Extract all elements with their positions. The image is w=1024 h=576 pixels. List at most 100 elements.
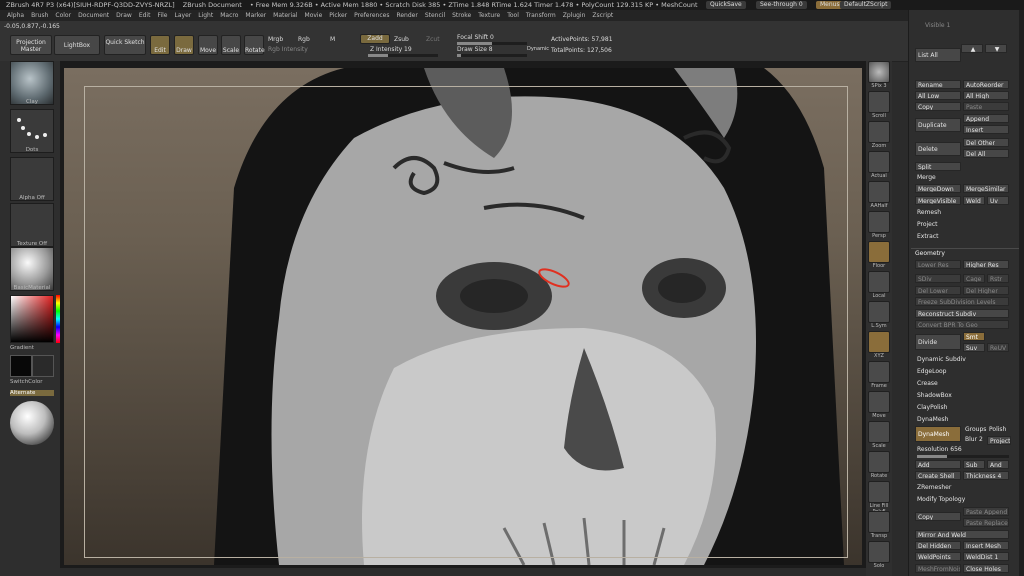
switchcolor-button[interactable]: SwitchColor bbox=[10, 379, 54, 385]
paste-replace-button[interactable]: Paste Replace bbox=[963, 518, 1009, 527]
menu-alpha[interactable]: Alpha bbox=[7, 12, 24, 19]
rgb-intensity-slider[interactable]: Rgb Intensity bbox=[268, 46, 308, 53]
draw-button[interactable]: Draw bbox=[174, 35, 194, 55]
freeze-subdivision-button[interactable]: Freeze SubDivision Levels bbox=[915, 297, 1009, 306]
menu-edit[interactable]: Edit bbox=[139, 12, 151, 19]
menu-texture[interactable]: Texture bbox=[478, 12, 500, 19]
dynamic-button[interactable]: Dynamic bbox=[527, 46, 549, 52]
remesh-section[interactable]: Remesh bbox=[917, 209, 941, 216]
reconstruct-subdiv-button[interactable]: Reconstruct Subdiv bbox=[915, 309, 1009, 318]
thickness-slider[interactable]: Thickness 4 bbox=[963, 471, 1009, 480]
edgeloop-section[interactable]: EdgeLoop bbox=[917, 368, 947, 375]
gradient-label[interactable]: Gradient bbox=[10, 345, 54, 351]
m-button[interactable]: M bbox=[330, 36, 335, 43]
weld-button[interactable]: Weld bbox=[963, 196, 985, 205]
canvas[interactable] bbox=[64, 68, 862, 565]
zsub-button[interactable]: Zsub bbox=[394, 36, 409, 43]
menu-tool[interactable]: Tool bbox=[507, 12, 519, 19]
document-viewport[interactable] bbox=[60, 61, 866, 568]
menu-light[interactable]: Light bbox=[198, 12, 213, 19]
copy-subtool-button[interactable]: Copy bbox=[915, 102, 961, 111]
menu-stencil[interactable]: Stencil bbox=[425, 12, 445, 19]
smt-toggle[interactable]: Smt bbox=[963, 332, 985, 341]
default-zscript-button[interactable]: DefaultZScript bbox=[840, 1, 892, 9]
draw-size-track[interactable] bbox=[457, 54, 527, 57]
persp-icon[interactable] bbox=[868, 211, 890, 233]
del-higher-button[interactable]: Del Higher bbox=[963, 286, 1009, 295]
bpr-button[interactable] bbox=[868, 61, 890, 83]
uv-button[interactable]: Uv bbox=[987, 196, 1009, 205]
mergedown-button[interactable]: MergeDown bbox=[915, 184, 961, 193]
welddist-slider[interactable]: WeldDist 1 bbox=[963, 552, 1009, 561]
menu-preferences[interactable]: Preferences bbox=[354, 12, 389, 19]
menu-draw[interactable]: Draw bbox=[116, 12, 132, 19]
mergesimilar-button[interactable]: MergeSimilar bbox=[963, 184, 1009, 193]
scroll-icon[interactable] bbox=[868, 91, 890, 113]
color-picker[interactable] bbox=[10, 295, 54, 343]
edit-button[interactable]: Edit bbox=[150, 35, 170, 55]
split-button[interactable]: Split bbox=[915, 162, 961, 171]
menu-brush[interactable]: Brush bbox=[31, 12, 48, 19]
quicksave-button[interactable]: QuickSave bbox=[706, 1, 746, 9]
rotate-icon[interactable] bbox=[868, 451, 890, 473]
delete-button[interactable]: Delete bbox=[915, 142, 961, 156]
transp-icon[interactable] bbox=[868, 511, 890, 533]
list-all-button[interactable]: List All bbox=[915, 48, 961, 62]
del-hidden-button[interactable]: Del Hidden bbox=[915, 541, 961, 550]
append-button[interactable]: Append bbox=[963, 114, 1009, 123]
all-low-button[interactable]: All Low bbox=[915, 91, 961, 100]
floor-icon[interactable] bbox=[868, 241, 890, 263]
groups-toggle[interactable]: Groups bbox=[965, 426, 986, 433]
move-button[interactable]: Move bbox=[198, 35, 218, 55]
geometry-header[interactable]: Geometry bbox=[911, 248, 1021, 257]
convert-bpr-button[interactable]: Convert BPR To Geo bbox=[915, 320, 1009, 329]
rgb-button[interactable]: Rgb bbox=[298, 36, 310, 43]
focal-shift-track[interactable] bbox=[457, 42, 527, 45]
cage-button[interactable]: Cage bbox=[963, 274, 985, 283]
solo-icon[interactable] bbox=[868, 541, 890, 563]
menu-file[interactable]: File bbox=[157, 12, 167, 19]
dynamesh-button[interactable]: DynaMesh bbox=[915, 426, 961, 442]
projection-master-button[interactable]: Projection Master bbox=[10, 35, 52, 55]
see-through-slider[interactable]: See-through 0 bbox=[756, 1, 807, 9]
arrow-down-button[interactable]: ▼ bbox=[985, 44, 1007, 53]
menu-zplugin[interactable]: Zplugin bbox=[563, 12, 586, 19]
zremesher-section[interactable]: ZRemesher bbox=[917, 484, 951, 491]
menu-layer[interactable]: Layer bbox=[175, 12, 192, 19]
and-button[interactable]: And bbox=[987, 460, 1009, 469]
focal-shift-slider[interactable]: Focal Shift 0 bbox=[457, 34, 494, 41]
insert-button[interactable]: Insert bbox=[963, 125, 1009, 134]
create-shell-button[interactable]: Create Shell bbox=[915, 471, 961, 480]
sub-button[interactable]: Sub bbox=[963, 460, 985, 469]
copy-topology-button[interactable]: Copy bbox=[915, 512, 961, 521]
zoom-icon[interactable] bbox=[868, 121, 890, 143]
move-icon[interactable] bbox=[868, 391, 890, 413]
duplicate-button[interactable]: Duplicate bbox=[915, 118, 961, 132]
menu-render[interactable]: Render bbox=[396, 12, 417, 19]
scale-icon[interactable] bbox=[868, 421, 890, 443]
suv-toggle[interactable]: Suv bbox=[963, 343, 985, 352]
dynamic-subdiv-section[interactable]: Dynamic Subdiv bbox=[917, 356, 966, 363]
menu-document[interactable]: Document bbox=[78, 12, 109, 19]
alternate-button[interactable]: Alternate bbox=[10, 390, 54, 396]
close-holes-button[interactable]: Close Holes bbox=[963, 564, 1009, 573]
lsym-icon[interactable] bbox=[868, 301, 890, 323]
autoreorder-button[interactable]: AutoReorder bbox=[963, 80, 1009, 89]
actual-icon[interactable] bbox=[868, 151, 890, 173]
del-all-button[interactable]: Del All bbox=[963, 149, 1009, 158]
scale-button[interactable]: Scale bbox=[221, 35, 241, 55]
lower-res-button[interactable]: Lower Res bbox=[915, 260, 961, 269]
blur-slider[interactable]: Blur 2 bbox=[965, 436, 983, 443]
frame-icon[interactable] bbox=[868, 361, 890, 383]
weldpoints-button[interactable]: WeldPoints bbox=[915, 552, 961, 561]
spix-label[interactable]: SPix 3 bbox=[866, 83, 892, 89]
draw-size-slider[interactable]: Draw Size 8 bbox=[457, 46, 493, 53]
modify-topology-section[interactable]: Modify Topology bbox=[917, 496, 965, 503]
zadd-button[interactable]: Zadd bbox=[360, 34, 390, 44]
menu-zscript[interactable]: Zscript bbox=[592, 12, 613, 19]
menu-material[interactable]: Material bbox=[273, 12, 297, 19]
dynamesh-project-toggle[interactable]: Project bbox=[987, 436, 1011, 445]
palette-scrollbar[interactable] bbox=[1019, 10, 1024, 576]
menu-transform[interactable]: Transform bbox=[526, 12, 556, 19]
menu-picker[interactable]: Picker bbox=[329, 12, 347, 19]
